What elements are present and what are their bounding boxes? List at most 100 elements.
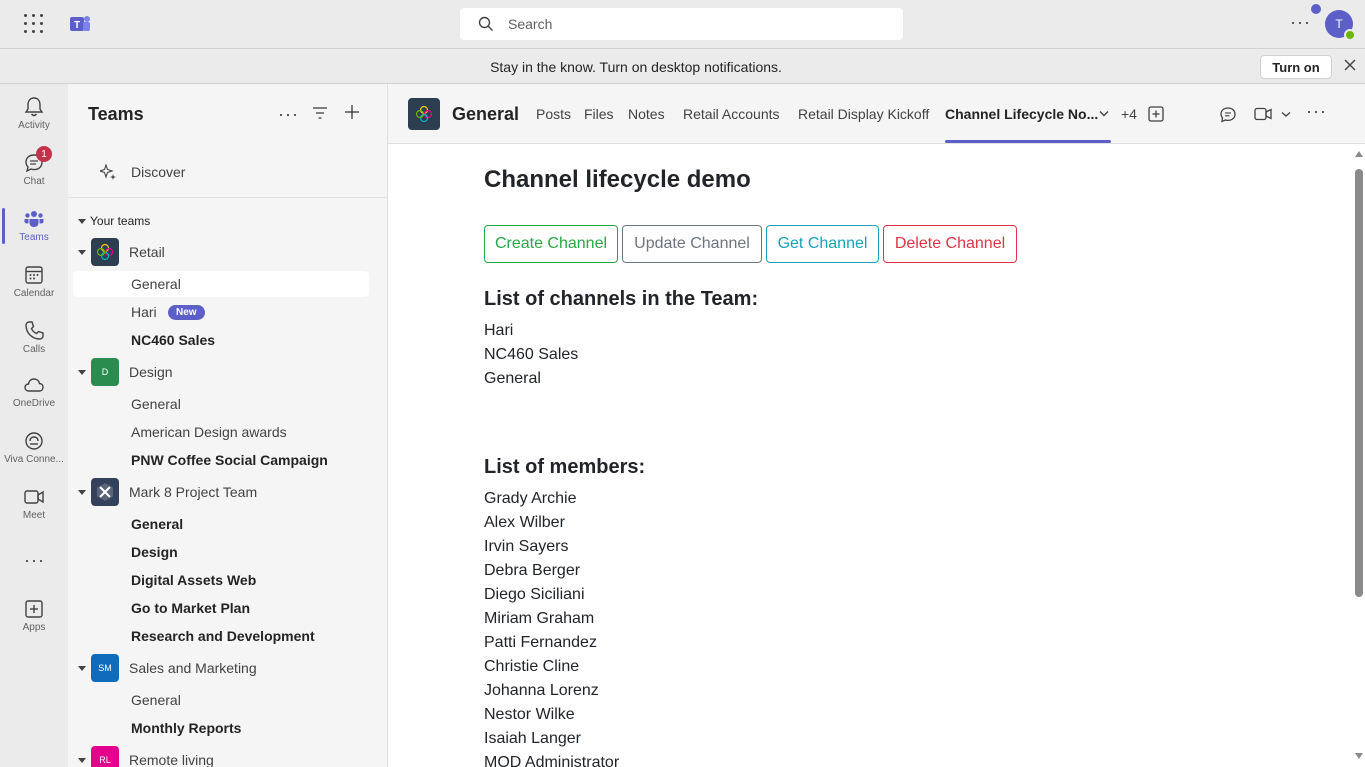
- video-call-icon[interactable]: [1254, 107, 1272, 121]
- channel-label: NC460 Sales: [131, 332, 216, 348]
- content-scrollbar[interactable]: [1353, 145, 1365, 767]
- rail-item-apps[interactable]: Apps: [0, 590, 68, 642]
- member-list-item: Miriam Graham: [484, 610, 595, 627]
- scroll-thumb[interactable]: [1355, 169, 1363, 597]
- close-icon[interactable]: [1343, 58, 1357, 72]
- team-design[interactable]: D Design: [68, 358, 388, 386]
- team-name-retail: Retail: [129, 244, 165, 260]
- tab-retail-accounts[interactable]: Retail Accounts: [683, 106, 780, 122]
- channel-retail-general[interactable]: General: [73, 271, 369, 297]
- team-logo-retail: [91, 238, 119, 266]
- your-teams-label: Your teams: [90, 214, 151, 228]
- panel-toolbar: ···: [278, 104, 368, 124]
- rail-label-chat: Chat: [23, 176, 45, 187]
- settings-more-icon[interactable]: ···: [1290, 12, 1311, 33]
- teams-icon: [24, 211, 44, 227]
- channels-heading: List of channels in the Team:: [484, 288, 759, 310]
- member-list-item: Christie Cline: [484, 658, 580, 675]
- teams-logo-icon: T: [70, 16, 90, 31]
- channel-header: General Posts Files Notes Retail Account…: [388, 84, 1365, 144]
- team-logo-mark8: [91, 478, 119, 506]
- member-list-item: Irvin Sayers: [484, 538, 569, 555]
- channel-sm-monthly-reports[interactable]: Monthly Reports: [73, 715, 369, 741]
- scroll-up-arrow-icon[interactable]: [1355, 151, 1363, 157]
- tab-retail-display-kickoff[interactable]: Retail Display Kickoff: [798, 106, 929, 122]
- channel-design-american-design-awards[interactable]: American Design awards: [73, 419, 369, 445]
- rail-item-calls[interactable]: Calls: [0, 312, 68, 364]
- channel-label: Design: [131, 544, 178, 560]
- update-channel-button[interactable]: Update Channel: [622, 225, 762, 263]
- add-icon[interactable]: [344, 104, 360, 120]
- app-rail: Activity Chat 1 Teams Calendar Calls One…: [0, 84, 68, 767]
- channel-retail-nc460-sales[interactable]: NC460 Sales: [73, 327, 369, 353]
- team-logo-retail-header: [408, 98, 440, 130]
- channel-mark8-research[interactable]: Research and Development: [73, 623, 369, 649]
- team-name-sales-marketing: Sales and Marketing: [129, 660, 257, 676]
- channel-label: Monthly Reports: [131, 720, 242, 736]
- cloud-icon: [24, 378, 44, 392]
- channel-mark8-digital-assets[interactable]: Digital Assets Web: [73, 567, 369, 593]
- rail-label-calendar: Calendar: [13, 288, 55, 299]
- tab-channel-lifecycle[interactable]: Channel Lifecycle No...: [945, 106, 1098, 122]
- more-apps-icon[interactable]: ···: [24, 550, 45, 571]
- viva-icon: [25, 432, 43, 450]
- channel-label: PNW Coffee Social Campaign: [131, 452, 328, 468]
- tab-posts[interactable]: Posts: [536, 106, 571, 122]
- rail-item-meet[interactable]: Meet: [0, 478, 68, 530]
- rail-item-teams[interactable]: Teams: [0, 200, 68, 252]
- more-options-icon[interactable]: ···: [1306, 101, 1327, 122]
- channel-mark8-go-to-market[interactable]: Go to Market Plan: [73, 595, 369, 621]
- conversation-icon[interactable]: [1219, 106, 1237, 124]
- rail-item-calendar[interactable]: Calendar: [0, 256, 68, 308]
- team-logo-remote-living: RL: [91, 746, 119, 767]
- channel-mark8-design[interactable]: Design: [73, 539, 369, 565]
- notification-dot: [1311, 4, 1321, 14]
- rail-item-chat[interactable]: Chat: [0, 144, 68, 196]
- tab-notes[interactable]: Notes: [628, 106, 665, 122]
- more-tabs-button[interactable]: +4: [1121, 106, 1137, 122]
- phone-icon: [25, 321, 44, 340]
- rail-label-onedrive: OneDrive: [12, 398, 56, 409]
- search-input[interactable]: Search: [460, 8, 903, 40]
- bell-icon: [24, 97, 44, 117]
- channel-sm-general[interactable]: General: [73, 687, 369, 713]
- avatar[interactable]: T: [1311, 4, 1356, 41]
- chevron-down-icon[interactable]: [1281, 111, 1291, 118]
- search-icon: [478, 16, 493, 31]
- team-mark8[interactable]: Mark 8 Project Team: [68, 478, 388, 506]
- team-retail[interactable]: Retail: [68, 238, 388, 266]
- your-teams-header[interactable]: Your teams: [78, 214, 150, 228]
- add-tab-icon[interactable]: [1148, 106, 1164, 122]
- create-channel-button[interactable]: Create Channel: [484, 225, 618, 263]
- turn-on-button[interactable]: Turn on: [1260, 55, 1332, 79]
- channel-design-pnw-coffee[interactable]: PNW Coffee Social Campaign: [73, 447, 369, 473]
- more-options-icon[interactable]: ···: [278, 104, 299, 125]
- scroll-down-arrow-icon[interactable]: [1355, 753, 1363, 759]
- rail-item-onedrive[interactable]: OneDrive: [0, 366, 68, 418]
- team-sales-marketing[interactable]: SM Sales and Marketing: [68, 654, 388, 682]
- team-logo-sales-marketing: SM: [91, 654, 119, 682]
- member-list-item: Grady Archie: [484, 490, 577, 507]
- rail-label-activity: Activity: [18, 120, 50, 131]
- discover-item[interactable]: Discover: [68, 146, 388, 198]
- member-list-item: Isaiah Langer: [484, 730, 581, 747]
- channel-design-general[interactable]: General: [73, 391, 369, 417]
- channel-retail-hari[interactable]: Hari New: [73, 299, 369, 325]
- channel-mark8-general[interactable]: General: [73, 511, 369, 537]
- tab-files[interactable]: Files: [584, 106, 614, 122]
- team-remote-living[interactable]: RL Remote living: [68, 746, 388, 767]
- app-launcher-icon[interactable]: [24, 14, 44, 34]
- panel-title: Teams: [88, 104, 144, 124]
- discover-label: Discover: [131, 164, 186, 180]
- delete-channel-button[interactable]: Delete Channel: [883, 225, 1017, 263]
- filter-icon[interactable]: [312, 106, 328, 120]
- members-heading: List of members:: [484, 456, 646, 478]
- get-channel-button[interactable]: Get Channel: [766, 225, 879, 263]
- member-list-item: Alex Wilber: [484, 514, 565, 531]
- rail-item-viva[interactable]: Viva Conne...: [0, 422, 68, 474]
- rail-item-activity[interactable]: Activity: [0, 88, 68, 140]
- top-bar: T Search ··· T: [0, 0, 1365, 48]
- chevron-down-icon[interactable]: [1099, 110, 1109, 118]
- apps-icon: [25, 600, 43, 618]
- calendar-icon: [25, 266, 43, 284]
